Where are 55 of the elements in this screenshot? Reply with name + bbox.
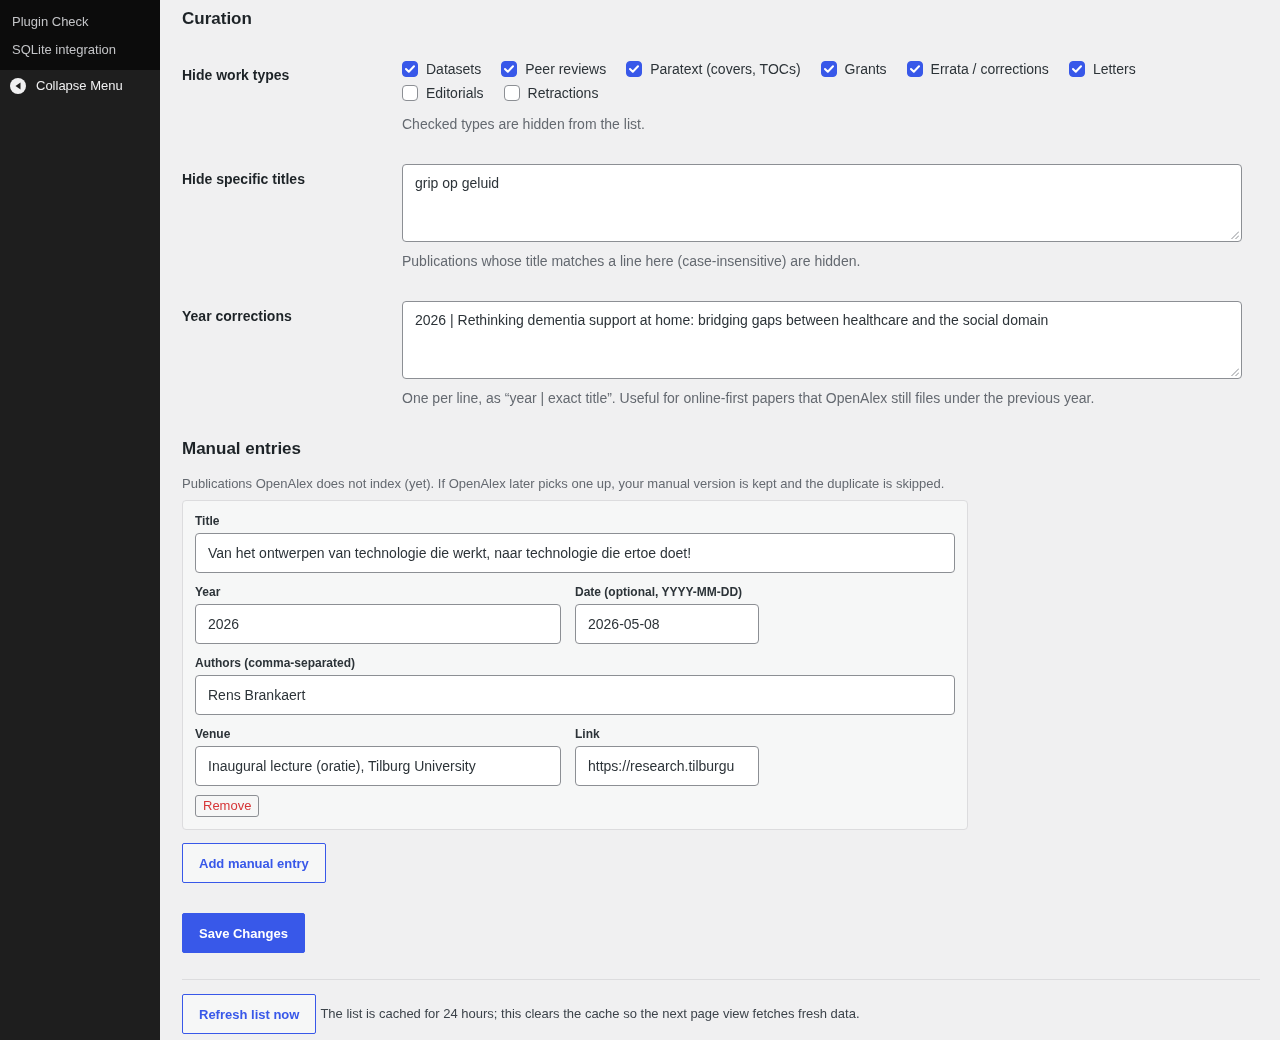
section-heading: Manual entries <box>182 438 302 460</box>
field-label: Title <box>195 514 220 529</box>
help-text: One per line, as “year | exact title”. Useful for online-first papers that OpenAlex still files under the previous year. <box>402 389 1095 408</box>
textarea[interactable]: grip op geluid <box>402 164 1242 242</box>
collapse-menu-link[interactable]: Collapse Menu <box>36 78 123 94</box>
submenu-item[interactable]: Plugin Check <box>12 13 89 31</box>
checkbox[interactable] <box>906 61 923 77</box>
help-text: The list is cached for 24 hours; this clears the cache so the next page view fetches fresh data. <box>320 1005 860 1023</box>
check-icon <box>504 65 515 73</box>
add-entry-button[interactable]: Add manual entry <box>182 843 326 883</box>
text-input[interactable]: Van het ontwerpen van technologie die werkt, naar technologie die ertoe doet! <box>195 533 955 573</box>
checkbox-label[interactable]: Paratext (covers, TOCs) <box>650 60 801 78</box>
help-text: Publications whose title matches a line here (case-insensitive) are hidden. <box>402 252 861 271</box>
checkbox[interactable] <box>503 85 520 101</box>
resize-grip-icon <box>1231 231 1239 239</box>
help-text: Publications OpenAlex does not index (yet). If OpenAlex later picks one up, your manual version is kept and the duplicate is skipped. <box>182 475 945 493</box>
resize-grip-icon <box>1231 368 1239 376</box>
check-icon <box>909 65 920 73</box>
checkbox-label[interactable]: Peer reviews <box>525 60 607 78</box>
checkbox-label[interactable]: Editorials <box>426 84 484 102</box>
textarea[interactable]: 2026 | Rethinking dementia support at home: bridging gaps between healthcare and the social domain <box>402 301 1242 379</box>
text-input[interactable]: 2026 <box>195 604 561 644</box>
remove-button[interactable]: Remove <box>195 795 260 817</box>
checkbox[interactable] <box>501 61 518 77</box>
section-heading: Curation <box>182 8 252 30</box>
text-input[interactable]: https://research.tilburgu <box>575 746 759 786</box>
checkbox-label[interactable]: Retractions <box>527 84 599 102</box>
checkbox[interactable] <box>402 85 418 101</box>
setting-label: Year corrections <box>182 307 292 326</box>
checkbox[interactable] <box>820 61 837 77</box>
save-button[interactable]: Save Changes <box>182 913 305 953</box>
checkbox-label[interactable]: Errata / corrections <box>930 60 1049 78</box>
setting-label: Hide work types <box>182 66 290 85</box>
field-label: Venue <box>195 727 231 742</box>
checkbox-label[interactable]: Letters <box>1092 60 1136 78</box>
check-icon <box>1071 65 1082 73</box>
refresh-button[interactable]: Refresh list now <box>182 994 317 1034</box>
field-label: Authors (comma-separated) <box>195 656 356 671</box>
checkbox-label[interactable]: Grants <box>844 60 887 78</box>
field-label: Date (optional, YYYY-MM-DD) <box>575 585 743 600</box>
field-label: Year <box>195 585 221 600</box>
check-icon <box>823 65 834 73</box>
text-input[interactable]: 2026-05-08 <box>575 604 759 644</box>
field-label: Link <box>575 727 600 742</box>
text-input[interactable]: Inaugural lecture (oratie), Tilburg University <box>195 746 561 786</box>
checkbox-label[interactable]: Datasets <box>426 60 482 78</box>
text-input[interactable]: Rens Brankaert <box>195 675 955 715</box>
check-icon <box>405 65 415 73</box>
checkbox[interactable] <box>1068 61 1085 77</box>
setting-label: Hide specific titles <box>182 170 305 189</box>
submenu-item[interactable]: SQLite integration <box>12 41 117 59</box>
check-icon <box>629 65 640 73</box>
checkbox[interactable] <box>402 61 418 77</box>
checkbox[interactable] <box>626 61 643 77</box>
help-text: Checked types are hidden from the list. <box>402 115 645 134</box>
